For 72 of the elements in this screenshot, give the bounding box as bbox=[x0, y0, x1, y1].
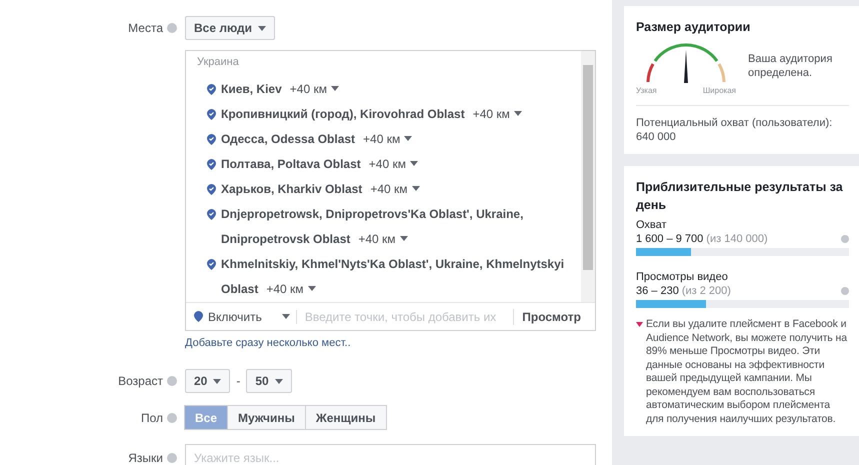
scrollbar[interactable] bbox=[581, 51, 595, 302]
audience-status: Ваша аудитория определена. bbox=[748, 52, 834, 81]
location-name: Dnjepropetrowsk, Dnipropetrovs'Ka Oblast', Ukraine, bbox=[221, 206, 524, 220]
caret-icon bbox=[400, 236, 408, 241]
metric-name: Охват bbox=[636, 218, 668, 232]
field-label: Возраст bbox=[118, 374, 163, 388]
metric-range: 1 600 – 9 700 bbox=[636, 232, 704, 246]
caret-icon bbox=[404, 136, 412, 141]
location-name: Одесса, Odessa Oblast bbox=[221, 132, 356, 146]
caret-icon bbox=[274, 378, 283, 384]
caret-icon bbox=[258, 26, 266, 30]
caret-icon bbox=[213, 378, 222, 384]
metric-range: 36 – 230 bbox=[636, 284, 679, 298]
radius-dropdown[interactable]: +40 км bbox=[368, 156, 418, 170]
age-dropdown[interactable]: 20 bbox=[185, 369, 230, 393]
age-dropdown[interactable]: 50 bbox=[246, 369, 292, 393]
pin-icon bbox=[207, 134, 216, 145]
group-label: Украина bbox=[197, 56, 240, 70]
info-icon bbox=[167, 412, 177, 422]
radius-dropdown[interactable]: +40 км bbox=[290, 82, 339, 96]
gauge-label: Широкая bbox=[702, 86, 736, 95]
card-title: Приблизительные результаты за день bbox=[636, 179, 844, 214]
info-icon bbox=[167, 376, 177, 386]
radius-dropdown[interactable]: +40 км bbox=[358, 232, 408, 246]
audience-dropdown[interactable]: Все люди bbox=[185, 16, 276, 40]
caret-icon bbox=[514, 111, 522, 116]
radius-dropdown[interactable]: +40 км bbox=[363, 132, 412, 146]
separator: - bbox=[236, 374, 240, 388]
caret-icon bbox=[410, 161, 418, 166]
pin-icon bbox=[207, 209, 216, 220]
language-input[interactable]: Укажите язык... bbox=[185, 444, 596, 465]
pin-icon bbox=[207, 109, 216, 120]
down-triangle-icon bbox=[636, 322, 643, 327]
bulk-add-link[interactable]: Добавьте сразу несколько мест.. bbox=[185, 337, 596, 349]
pin-icon bbox=[207, 159, 216, 170]
radius-dropdown[interactable]: +40 км bbox=[266, 282, 316, 296]
card-title: Размер аудитории bbox=[636, 19, 752, 36]
reach-label: Потенциальный охват (пользователи): bbox=[636, 116, 834, 130]
caret-icon bbox=[412, 186, 420, 191]
pin-icon bbox=[207, 184, 216, 195]
location-name: Полтава, Poltava Oblast bbox=[221, 156, 361, 170]
info-icon bbox=[841, 235, 849, 243]
include-dropdown[interactable]: Включить bbox=[194, 310, 297, 324]
field-label: Языки bbox=[128, 451, 163, 465]
gender-option[interactable]: Мужчины bbox=[227, 405, 306, 430]
gender-option[interactable]: Женщины bbox=[304, 405, 387, 430]
location-name: Кропивницкий (город), Kirovohrad Oblast bbox=[221, 106, 465, 120]
radius-dropdown[interactable]: +40 км bbox=[472, 106, 522, 120]
radius-dropdown[interactable]: +40 км bbox=[370, 182, 420, 196]
caret-icon bbox=[330, 86, 339, 91]
location-name: Oblast bbox=[221, 282, 258, 296]
note-text: Если вы удалите плейсмент в Facebook и Audience Network, вы можете получить на 89% меньше Просмотры видео. Эти данные основаны на эффективности вашей предыдущей кампании. Мы рекомендуем вам воспользоваться автоматическим выбором плейсмента для получения наилучших результатов. bbox=[646, 318, 848, 426]
metric-total: (из 140 000) bbox=[706, 232, 768, 246]
gauge-label: Узкая bbox=[636, 86, 657, 95]
location-name: Харьков, Kharkiv Oblast bbox=[221, 182, 362, 196]
field-label: Пол bbox=[140, 410, 163, 424]
pin-icon bbox=[207, 84, 216, 95]
reach-value: 640 000 bbox=[636, 130, 677, 144]
info-icon bbox=[841, 287, 849, 295]
location-name: Khmelnitskiy, Khmel'Nyts'Ka Oblast', Ukraine, Khmelnytskyi bbox=[221, 256, 564, 270]
location-name: Киев, Kiev bbox=[221, 82, 282, 96]
location-name: Dnipropetrovsk Oblast bbox=[221, 232, 350, 246]
info-icon bbox=[167, 23, 177, 33]
metric-name: Просмотры видео bbox=[636, 270, 729, 284]
pin-icon bbox=[194, 311, 203, 322]
browse-button[interactable]: Просмотр bbox=[513, 308, 587, 324]
caret-icon bbox=[308, 286, 316, 291]
field-label: Места bbox=[128, 21, 163, 35]
metric-total: (из 2 200) bbox=[682, 284, 731, 298]
caret-icon bbox=[282, 314, 290, 319]
pin-icon bbox=[207, 259, 216, 270]
info-icon bbox=[167, 453, 177, 463]
